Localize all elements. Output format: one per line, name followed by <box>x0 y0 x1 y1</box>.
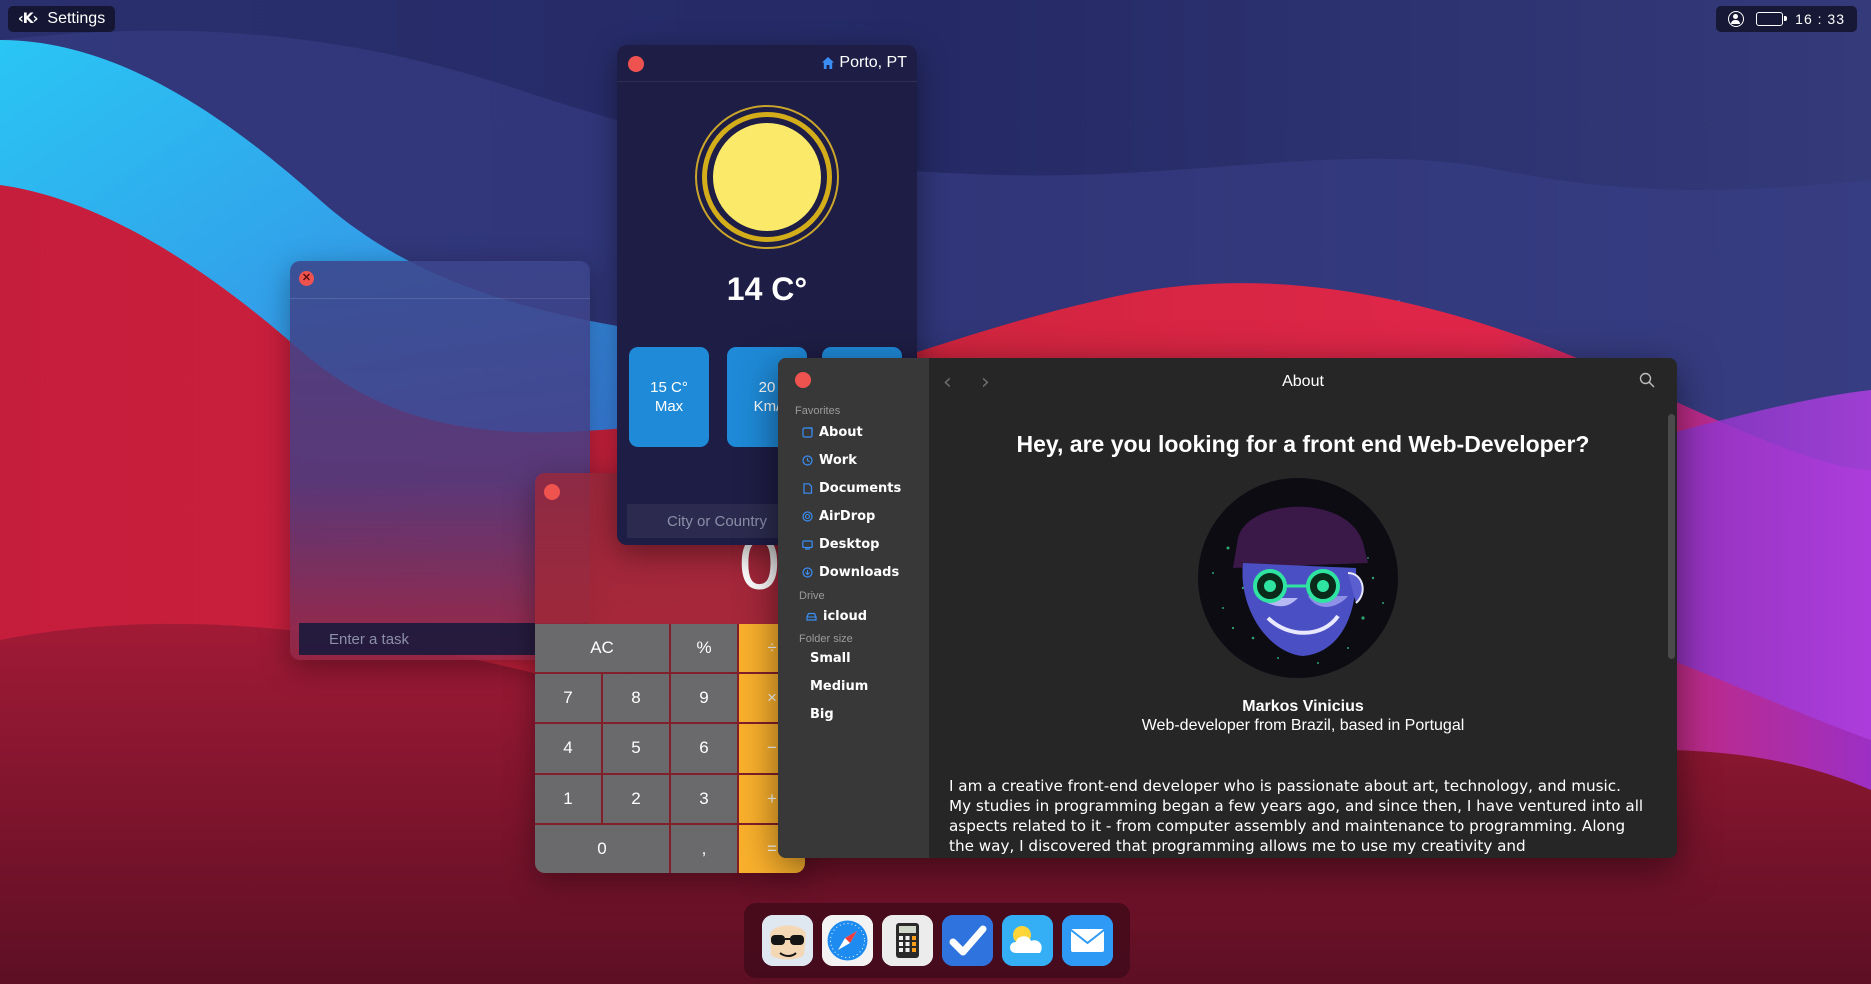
key-percent[interactable]: % <box>671 624 737 673</box>
document-icon <box>803 483 813 494</box>
desktop-icon <box>802 540 813 550</box>
key-7[interactable]: 7 <box>535 674 601 723</box>
window-title: About <box>1282 373 1324 390</box>
stat-value: 20 <box>758 379 776 396</box>
developer-subtitle: Web-developer from Brazil, based in Port… <box>1141 717 1465 734</box>
favorites-label: Favorites <box>795 405 841 417</box>
temperature: 14 C° <box>726 271 808 307</box>
key-4[interactable]: 4 <box>535 724 601 773</box>
avatar <box>1198 478 1398 678</box>
airdrop-icon <box>802 511 813 522</box>
close-icon[interactable] <box>628 56 644 72</box>
key-6[interactable]: 6 <box>671 724 737 773</box>
size-option-big[interactable]: Big <box>810 707 834 722</box>
location-label: Porto, PT <box>821 54 907 72</box>
sidebar-item-downloads[interactable]: Downloads <box>802 565 899 580</box>
close-icon[interactable] <box>544 484 560 500</box>
stat-label: Km/ <box>753 398 781 415</box>
sidebar-item-icloud[interactable]: icloud <box>806 609 867 624</box>
key-9[interactable]: 9 <box>671 674 737 723</box>
dock <box>744 903 1130 978</box>
close-icon[interactable] <box>795 372 811 388</box>
drive-label: Drive <box>799 590 825 602</box>
title-divider <box>617 81 917 82</box>
calculator-keypad: AC % ÷ 7 8 9 × 4 5 6 − 1 2 3 + 0 , = <box>535 624 805 873</box>
key-2[interactable]: 2 <box>603 774 669 823</box>
stat-card-max: 15 C° Max <box>629 347 709 447</box>
active-app-name[interactable]: Settings <box>47 10 105 28</box>
sidebar-item-label: Work <box>819 453 857 468</box>
app-logo[interactable]: ‹K› <box>18 11 38 27</box>
sidebar-item-label: Documents <box>819 481 902 496</box>
key-clear[interactable]: AC <box>535 624 669 673</box>
location-text: Porto, PT <box>839 54 907 71</box>
key-3[interactable]: 3 <box>671 774 737 823</box>
weather-icon[interactable] <box>1001 915 1053 966</box>
stat-label: Max <box>654 398 684 415</box>
size-option-medium[interactable]: Medium <box>810 679 868 694</box>
key-5[interactable]: 5 <box>603 724 669 773</box>
battery-icon[interactable] <box>1756 12 1788 26</box>
folder-size-label: Folder size <box>799 633 853 645</box>
title-divider <box>290 298 590 299</box>
key-decimal[interactable]: , <box>671 824 737 873</box>
close-x-icon[interactable]: ✕ <box>299 271 314 286</box>
key-0[interactable]: 0 <box>535 824 669 873</box>
home-icon <box>822 57 835 69</box>
mail-icon[interactable] <box>1061 915 1113 966</box>
search-icon[interactable] <box>1639 372 1655 388</box>
size-option-small[interactable]: Small <box>810 651 851 666</box>
bio-paragraph: I am a creative front-end developer who … <box>949 777 1644 855</box>
stat-value: 15 C° <box>650 379 688 396</box>
key-8[interactable]: 8 <box>603 674 669 723</box>
key-1[interactable]: 1 <box>535 774 601 823</box>
safari-icon[interactable] <box>821 915 873 966</box>
sidebar-item-documents[interactable]: Documents <box>802 481 901 496</box>
note-icon <box>802 427 813 438</box>
sidebar-item-label: Desktop <box>819 537 880 552</box>
menubar-left: ‹K› Settings <box>8 6 116 32</box>
finder-icon[interactable] <box>761 915 813 966</box>
sidebar-item-work[interactable]: Work <box>802 453 857 468</box>
todo-icon[interactable] <box>941 915 993 966</box>
drive-icon <box>806 612 817 621</box>
user-circle-icon[interactable] <box>1728 11 1745 27</box>
clock-icon <box>802 455 813 466</box>
sidebar: Favorites About Work Documents AirDrop D… <box>778 358 929 858</box>
sidebar-item-label: icloud <box>823 609 868 624</box>
sidebar-item-desktop[interactable]: Desktop <box>802 537 879 552</box>
developer-name: Markos Vinicius <box>1242 698 1364 715</box>
sidebar-item-label: About <box>819 425 863 440</box>
sidebar-item-label: AirDrop <box>819 509 876 524</box>
sidebar-item-about[interactable]: About <box>802 425 863 440</box>
calculator-icon[interactable] <box>881 915 933 966</box>
sidebar-item-label: Downloads <box>819 565 900 580</box>
download-icon <box>802 567 813 578</box>
menubar-right: 16 : 33 <box>1716 6 1857 32</box>
clock[interactable]: 16 : 33 <box>1795 11 1845 27</box>
sidebar-item-airdrop[interactable]: AirDrop <box>802 509 875 524</box>
about-window: Favorites About Work Documents AirDrop D… <box>778 358 1677 858</box>
page-headline: Hey, are you looking for a front end Web… <box>1016 431 1590 457</box>
